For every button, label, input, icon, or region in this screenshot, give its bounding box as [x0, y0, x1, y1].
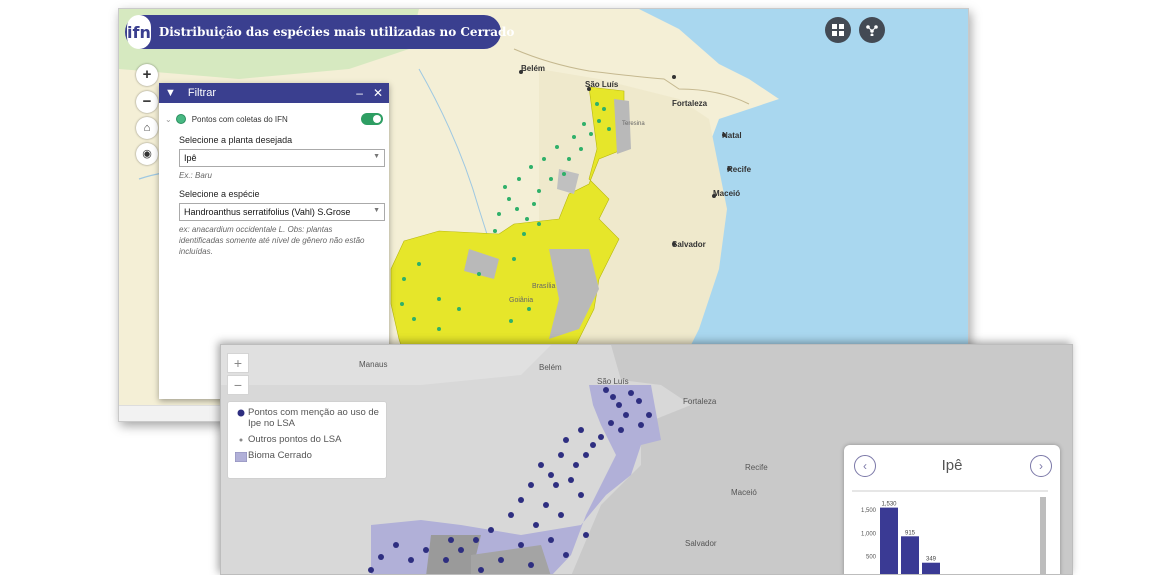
label-belem: Belém [521, 64, 546, 73]
chart-scrollbar[interactable] [1040, 497, 1046, 575]
next-button[interactable]: › [1030, 455, 1052, 477]
dark-dot-icon [237, 409, 245, 417]
map-legend: Pontos com menção ao uso de Ipe no LSA O… [227, 401, 387, 479]
legend-item: Pontos com menção ao uso de Ipe no LSA [234, 407, 380, 429]
close-button[interactable]: ✕ [373, 86, 383, 100]
layer-toggle[interactable] [361, 113, 383, 125]
label-recife-2: Recife [745, 463, 768, 472]
species-label: Selecione a espécie [179, 189, 260, 199]
species-select-value: Handroanthus serratifolius (Vahl) S.Gros… [184, 207, 351, 217]
chevron-down-icon[interactable]: ⌄ [165, 115, 172, 124]
label-sao-luis-2: São Luís [597, 377, 629, 386]
legend-label: Bioma Cerrado [248, 450, 312, 461]
species-select[interactable]: Handroanthus serratifolius (Vahl) S.Gros… [179, 203, 385, 221]
chevron-right-icon: › [1039, 459, 1043, 473]
label-sao-luis: São Luís [585, 80, 619, 89]
grid-icon [832, 24, 844, 36]
home-button[interactable]: ⌂ [136, 117, 158, 139]
legend-item: Outros pontos do LSA [234, 434, 380, 445]
logo-text: ifn [127, 22, 151, 42]
label-salvador-2: Salvador [685, 539, 717, 548]
bar-data-label: 1,530 [881, 502, 897, 508]
label-fortaleza-2: Fortaleza [683, 397, 717, 406]
label-fortaleza: Fortaleza [672, 99, 708, 108]
layers-button[interactable] [859, 17, 885, 43]
ifn-logo: ifn [127, 15, 151, 49]
locate-button[interactable]: ◉ [136, 143, 158, 165]
label-salvador: Salvador [672, 240, 706, 249]
plant-select-value: Ipê [184, 153, 197, 163]
app-title-bar: ifn Distribuição das espécies mais utili… [125, 15, 514, 49]
chart-card: ‹ Ipê › 500 1,000 1,500 1,530 915 349 [844, 445, 1060, 575]
filter-icon: ▼ [165, 87, 176, 99]
zoom-in-button[interactable]: + [136, 64, 158, 86]
small-dot-icon [239, 438, 243, 442]
bar-data-label: 915 [905, 530, 916, 536]
species-hint: ex: anacardium occidentale L. Obs: plant… [179, 225, 365, 256]
bar-chart: 500 1,000 1,500 1,530 915 349 [852, 490, 1048, 575]
dropdown-arrow-icon: ▼ [373, 207, 380, 214]
filter-header: ▼ Filtrar – ✕ [159, 83, 389, 103]
minimize-button[interactable]: – [356, 86, 363, 100]
legend-label: Outros pontos do LSA [248, 434, 342, 445]
ifn-layer-row: ⌄ Pontos com coletas do IFN [165, 111, 383, 127]
label-natal: Natal [722, 131, 742, 140]
bar[interactable] [901, 536, 919, 575]
network-icon [866, 25, 878, 36]
filter-title: Filtrar [187, 87, 216, 99]
bar[interactable] [880, 507, 898, 575]
label-teresina: Teresina [622, 121, 645, 127]
y-tick-label: 500 [866, 555, 877, 561]
zoom-out-button[interactable]: − [136, 91, 158, 113]
label-belem-2: Belém [539, 363, 562, 372]
label-goiania: Goiânia [509, 297, 534, 304]
plant-label: Selecione a planta desejada [179, 135, 293, 145]
lavender-square-icon [235, 452, 247, 462]
bar-data-label: 349 [926, 557, 937, 563]
layer-label: Pontos com coletas do IFN [191, 114, 288, 124]
y-tick-label: 1,500 [861, 508, 877, 514]
label-manaus: Manaus [359, 360, 388, 369]
green-point-icon [175, 114, 186, 124]
bottom-map-screenshot: Manaus Belém São Luís Fortaleza Recife M… [220, 344, 1073, 575]
legend-label: Pontos com menção ao uso de Ipe no LSA [248, 407, 379, 429]
y-tick-label: 1,000 [861, 531, 877, 537]
plant-hint: Ex.: Baru [179, 171, 212, 180]
label-brasilia: Brasília [532, 283, 556, 290]
dropdown-arrow-icon: ▼ [373, 153, 380, 160]
plant-select[interactable]: Ipê ▼ [179, 149, 385, 167]
bar[interactable] [922, 562, 940, 575]
zoom-out-button-2[interactable]: − [227, 375, 249, 395]
label-maceio: Maceió [713, 189, 741, 198]
label-recife: Recife [727, 165, 752, 174]
legend-item: Bioma Cerrado [234, 450, 380, 462]
zoom-in-button-2[interactable]: + [227, 353, 249, 373]
page-title: Distribuição das espécies mais utilizada… [158, 25, 515, 39]
basemap-gallery-button[interactable] [825, 17, 851, 43]
home-icon: ⌂ [143, 122, 151, 134]
target-icon: ◉ [142, 148, 152, 160]
label-maceio-2: Maceió [731, 488, 757, 497]
chart-title: Ipê [941, 457, 963, 474]
